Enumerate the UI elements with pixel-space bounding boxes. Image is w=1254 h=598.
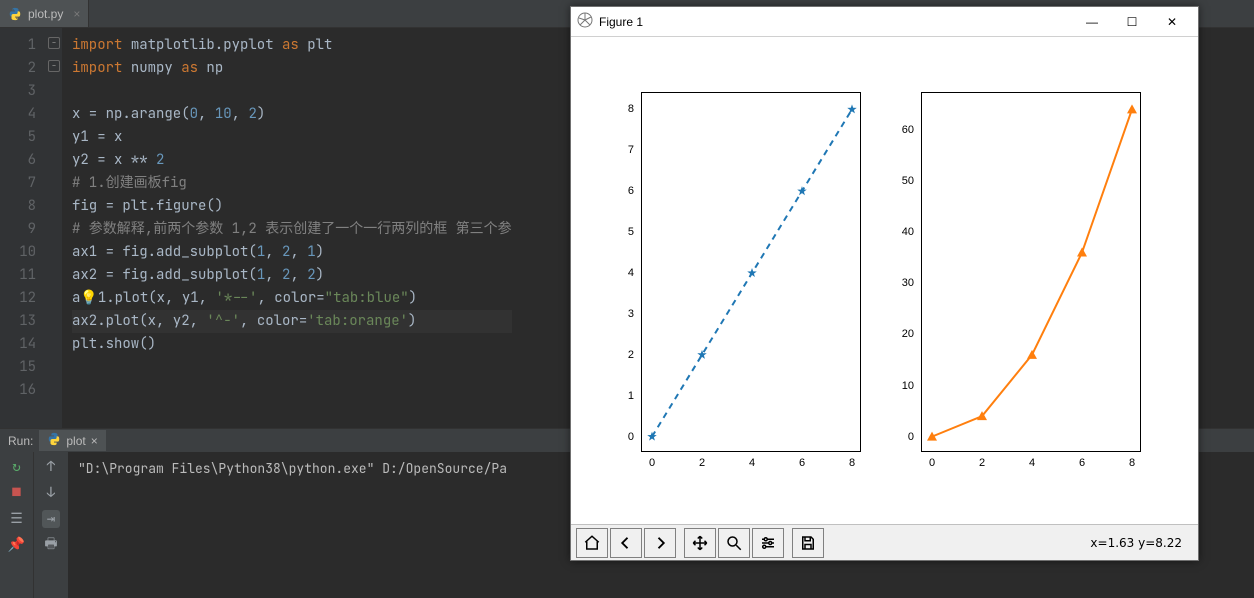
close-icon[interactable]: × xyxy=(69,7,80,21)
editor-tab-plot[interactable]: plot.py × xyxy=(0,0,89,27)
console-output[interactable]: "D:\Program Files\Python38\python.exe" D… xyxy=(68,452,517,598)
print-icon[interactable]: 🖶 xyxy=(42,536,60,554)
configure-subplots-button[interactable] xyxy=(752,528,784,558)
figure-title-text: Figure 1 xyxy=(599,15,643,29)
home-button[interactable] xyxy=(576,528,608,558)
subplot-1[interactable]: 01234567802468 xyxy=(641,92,861,452)
zoom-button[interactable] xyxy=(718,528,750,558)
fold-toggle-icon[interactable]: − xyxy=(48,60,60,72)
console-line: "D:\Program Files\Python38\python.exe" D… xyxy=(78,460,507,477)
figure-canvas[interactable]: 01234567802468 010203040506002468 xyxy=(571,37,1198,524)
run-side-toolbar: ↻ ■ ☰ 📌 xyxy=(0,452,34,598)
pan-button[interactable] xyxy=(684,528,716,558)
stop-icon[interactable]: ■ xyxy=(8,484,26,502)
run-label: Run: xyxy=(8,434,33,448)
close-icon[interactable]: × xyxy=(91,434,98,448)
editor-tab-label: plot.py xyxy=(28,7,63,21)
maximize-button[interactable]: ☐ xyxy=(1112,8,1152,36)
soft-wrap-icon[interactable]: ⇥ xyxy=(42,510,60,528)
python-file-icon xyxy=(8,7,22,21)
forward-button[interactable] xyxy=(644,528,676,558)
pin-icon[interactable]: 📌 xyxy=(8,536,26,554)
code-content[interactable]: import matplotlib.pyplot as pltimport nu… xyxy=(62,28,512,428)
figure-toolbar: x=1.63 y=8.22 xyxy=(571,524,1198,560)
matplotlib-icon xyxy=(577,12,593,31)
figure-window[interactable]: Figure 1 — ☐ ✕ 01234567802468 0102030405… xyxy=(570,6,1199,561)
fold-toggle-icon[interactable]: − xyxy=(48,37,60,49)
subplot-2[interactable]: 010203040506002468 xyxy=(921,92,1141,452)
python-run-icon xyxy=(47,432,61,449)
fold-column: − − xyxy=(46,28,62,428)
layout-icon[interactable]: ☰ xyxy=(8,510,26,528)
run-tab[interactable]: plot × xyxy=(39,430,105,451)
up-icon[interactable]: ↑ xyxy=(42,458,60,476)
down-icon[interactable]: ↓ xyxy=(42,484,60,502)
minimize-button[interactable]: — xyxy=(1072,8,1112,36)
rerun-icon[interactable]: ↻ xyxy=(8,458,26,476)
close-button[interactable]: ✕ xyxy=(1152,8,1192,36)
run-side-toolbar-2: ↑ ↓ ⇥ 🖶 xyxy=(34,452,68,598)
back-button[interactable] xyxy=(610,528,642,558)
line-number-gutter: 12345678910111213141516 xyxy=(0,28,46,428)
figure-titlebar[interactable]: Figure 1 — ☐ ✕ xyxy=(571,7,1198,37)
coord-readout: x=1.63 y=8.22 xyxy=(1090,536,1182,550)
run-tab-label: plot xyxy=(66,434,85,448)
save-button[interactable] xyxy=(792,528,824,558)
